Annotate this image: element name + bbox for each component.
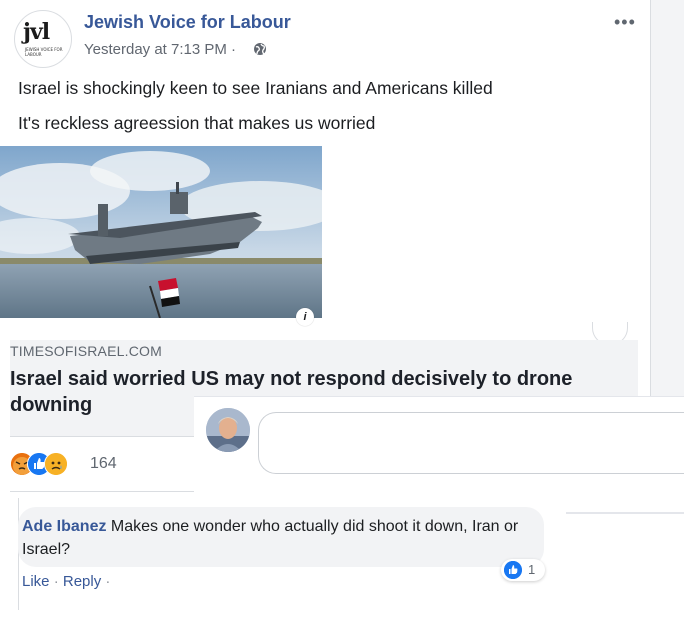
current-user-avatar[interactable] xyxy=(206,408,250,452)
comment-author-link[interactable]: Ade Ibanez xyxy=(22,518,106,535)
globe-icon[interactable] xyxy=(253,42,267,56)
link-domain: TIMESOFISRAEL.COM xyxy=(10,343,162,359)
reaction-count[interactable]: 164 xyxy=(90,455,117,473)
comment-reply-link[interactable]: Reply xyxy=(63,573,101,590)
comment-like-count: 1 xyxy=(528,562,536,577)
side-panel-edge xyxy=(650,0,684,398)
comment-like-link[interactable]: Like xyxy=(22,573,50,590)
separator: · xyxy=(49,573,63,590)
post-text-line: It's reckless agreession that makes us w… xyxy=(18,113,376,133)
comment-like-badge[interactable]: 1 xyxy=(501,559,545,581)
like-icon xyxy=(504,561,522,579)
image-info-icon[interactable]: i xyxy=(296,308,314,326)
comment-input[interactable] xyxy=(258,412,684,474)
post-text-line: Israel is shockingly keen to see Iranian… xyxy=(18,78,493,98)
more-options-icon[interactable]: ••• xyxy=(614,12,636,33)
aircraft-carrier-photo[interactable] xyxy=(0,146,322,318)
divider xyxy=(566,512,684,514)
divider xyxy=(194,396,684,397)
jvl-logo-subtitle: JEWISH VOICE FOR LABOUR xyxy=(25,47,63,57)
page-avatar[interactable]: jvl JEWISH VOICE FOR LABOUR xyxy=(14,10,72,68)
comment-actions: Like · Reply · xyxy=(22,573,110,590)
sad-icon xyxy=(44,452,68,476)
jvl-logo: jvl xyxy=(23,19,50,45)
divider xyxy=(10,491,194,492)
comment-text: Ade Ibanez Makes one wonder who actually… xyxy=(22,515,532,561)
post-timestamp[interactable]: Yesterday at 7:13 PM · xyxy=(84,41,236,58)
page-name-link[interactable]: Jewish Voice for Labour xyxy=(84,12,291,33)
separator: · xyxy=(101,573,111,590)
